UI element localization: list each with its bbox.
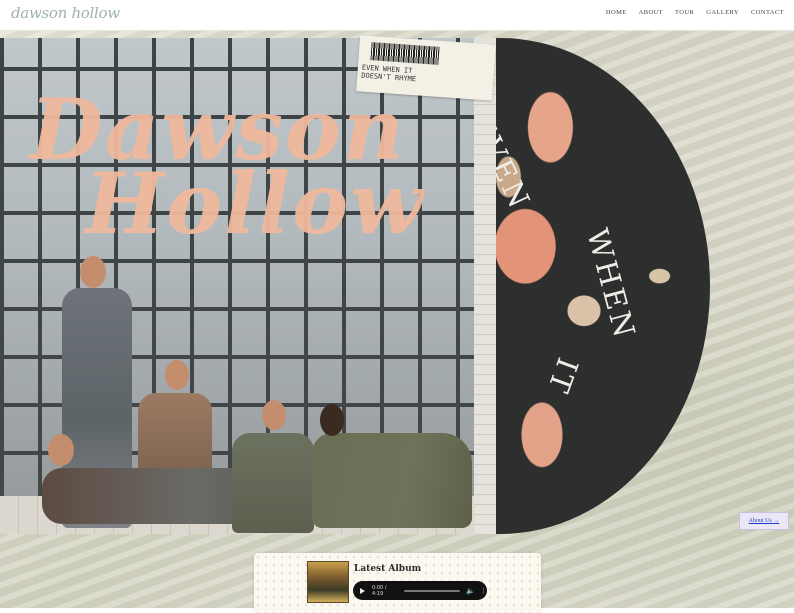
nav-tour[interactable]: TOUR bbox=[675, 9, 694, 16]
band-photo: Dawson Hollow bbox=[0, 38, 496, 534]
main-nav: HOME ABOUT TOUR GALLERY CONTACT bbox=[606, 9, 784, 16]
brick-pillar bbox=[474, 38, 496, 534]
album-cover-thumbnail bbox=[307, 561, 349, 603]
band-member-standing-head bbox=[80, 256, 106, 288]
vinyl-record-text: EVEN WHEN IT bbox=[464, 100, 645, 440]
band-member-woman-head bbox=[320, 404, 344, 436]
vinyl-word-2: WHEN bbox=[580, 225, 643, 344]
band-member-seated-brown-head bbox=[165, 360, 189, 390]
band-member-seated-green bbox=[232, 433, 314, 533]
band-member-woman bbox=[312, 433, 472, 528]
about-us-button[interactable]: About Us → bbox=[739, 512, 789, 530]
nav-home[interactable]: HOME bbox=[606, 9, 627, 16]
barcode-icon bbox=[370, 42, 440, 65]
nav-gallery[interactable]: GALLERY bbox=[706, 9, 739, 16]
audio-player: 0:00 / 4:19 🔈 ⋮ bbox=[353, 581, 487, 600]
more-options-icon[interactable]: ⋮ bbox=[480, 587, 487, 595]
vinyl-word-3: IT bbox=[540, 353, 585, 400]
site-header: dawson hollow HOME ABOUT TOUR GALLERY CO… bbox=[0, 0, 794, 31]
band-title-overlay: Dawson Hollow bbox=[30, 88, 450, 253]
audio-progress-slider[interactable] bbox=[404, 589, 461, 592]
site-logo[interactable]: dawson hollow bbox=[11, 4, 120, 22]
band-member-seated-green-head bbox=[262, 400, 286, 430]
play-icon[interactable] bbox=[360, 587, 365, 594]
band-title-line-2: Hollow bbox=[85, 154, 425, 253]
band-member-reclining-head bbox=[48, 434, 74, 466]
album-heading: Latest Album bbox=[354, 564, 422, 574]
volume-icon[interactable]: 🔈 bbox=[466, 587, 475, 595]
audio-time: 0:00 / 4:19 bbox=[372, 584, 387, 597]
nav-about[interactable]: ABOUT bbox=[639, 9, 663, 16]
latest-album-card: Latest Album 0:00 / 4:19 🔈 ⋮ bbox=[254, 553, 541, 613]
nav-contact[interactable]: CONTACT bbox=[751, 9, 784, 16]
price-sticker: EVEN WHEN IT DOESN'T RHYME bbox=[356, 35, 496, 101]
